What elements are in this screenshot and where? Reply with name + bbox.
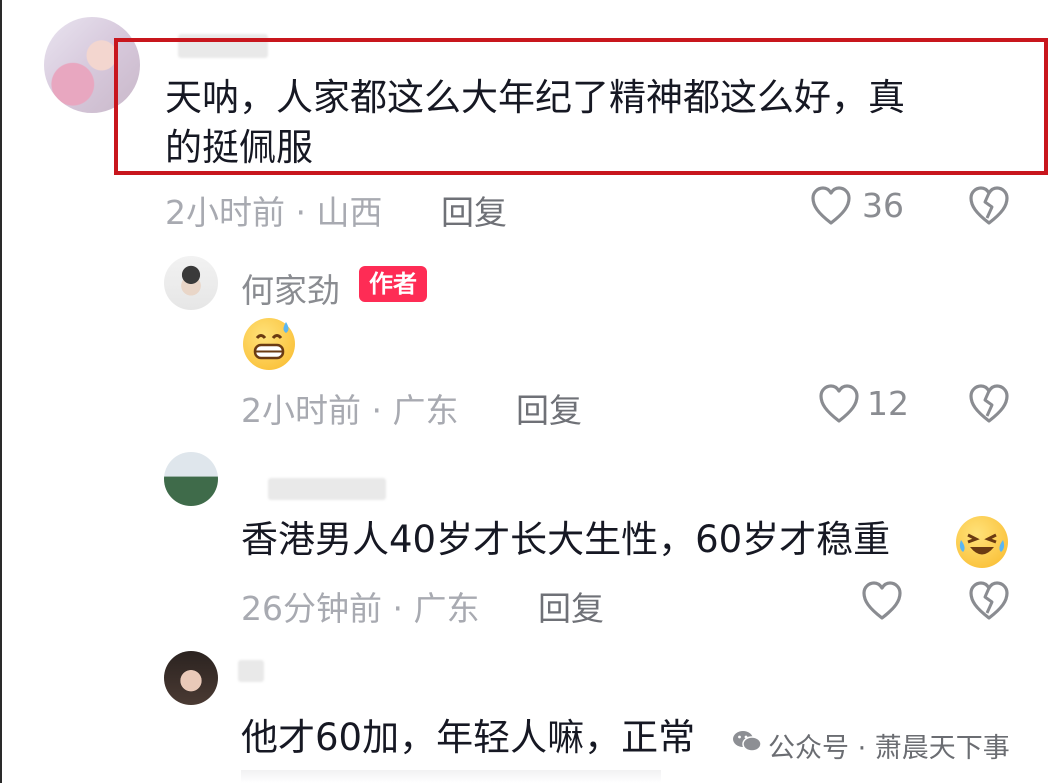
comment-text-line1: 天呐，人家都这么大年纪了精神都这么好，真 — [165, 76, 905, 119]
window-left-edge — [0, 0, 2, 783]
heart-icon[interactable] — [861, 581, 903, 621]
comment-meta: 2小时前 · 广东 — [241, 391, 459, 430]
username-blurred[interactable] — [238, 660, 264, 682]
author-avatar[interactable] — [164, 256, 218, 310]
comment-text: 他才60加，年轻人嘛，正常 — [241, 716, 696, 759]
like-count: 36 — [862, 186, 904, 225]
comment-text: 香港男人40岁才长大生性，60岁才稳重 — [241, 518, 891, 561]
reply-button[interactable]: 回复 — [516, 384, 582, 432]
author-badge: 作者 — [359, 266, 427, 302]
dislike-icon[interactable] — [967, 186, 1011, 226]
heart-icon[interactable] — [810, 186, 852, 226]
watermark-text: 公众号 · 萧晨天下事 — [768, 733, 1010, 764]
avatar[interactable] — [164, 452, 218, 506]
like-count: 12 — [867, 384, 909, 423]
avatar[interactable] — [164, 651, 218, 705]
reply-button[interactable]: 回复 — [441, 186, 507, 234]
cut-off-meta-row — [241, 770, 661, 783]
comment-meta: 26分钟前 · 广东 — [241, 589, 480, 628]
dislike-icon[interactable] — [967, 384, 1011, 424]
grin-sweat-emoji-icon — [243, 318, 295, 370]
comment-meta: 2小时前 · 山西 — [165, 193, 383, 232]
laughing-tears-emoji-icon — [956, 516, 1008, 568]
heart-icon[interactable] — [818, 384, 860, 424]
wechat-icon — [732, 729, 762, 753]
username-blurred[interactable] — [268, 478, 386, 500]
author-name[interactable]: 何家劲 — [241, 264, 340, 312]
comment-text-line2: 的挺佩服 — [165, 126, 313, 169]
dislike-icon[interactable] — [967, 581, 1011, 621]
reply-button[interactable]: 回复 — [538, 582, 604, 630]
